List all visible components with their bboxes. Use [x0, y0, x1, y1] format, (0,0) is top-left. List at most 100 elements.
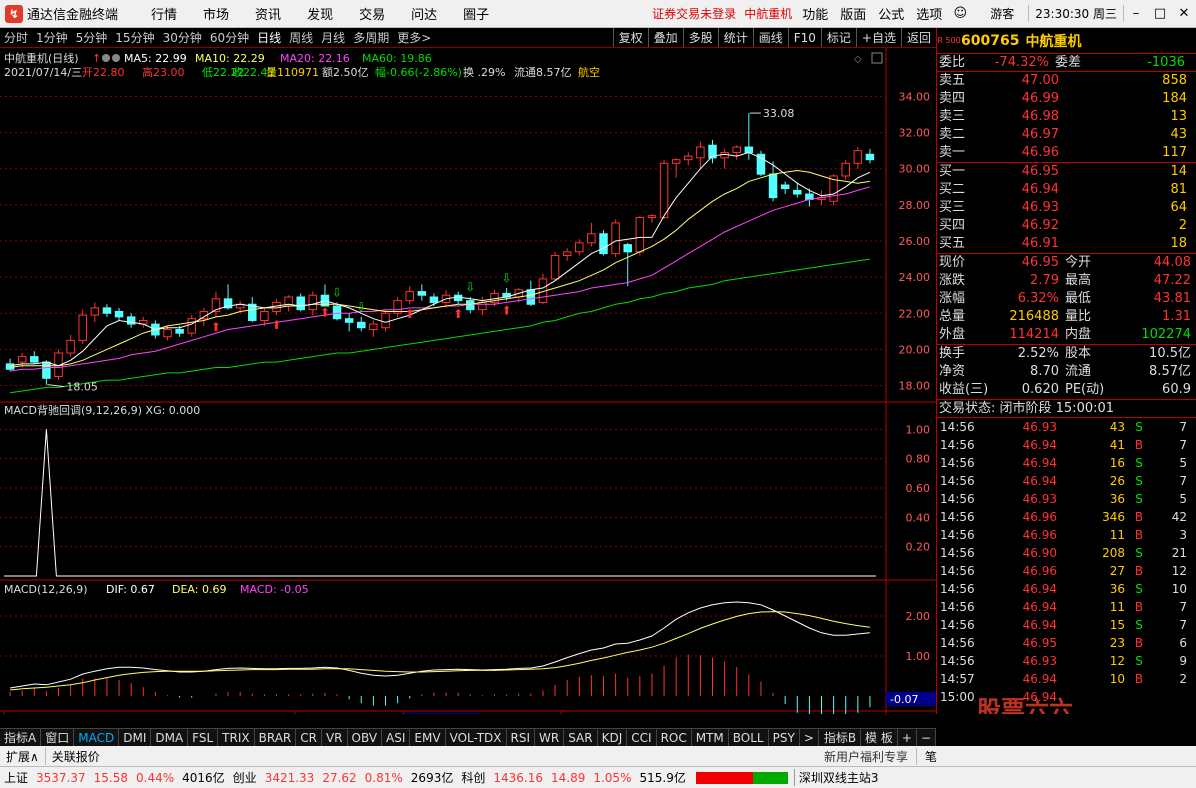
indicator-tab-cr[interactable]: CR [296, 729, 322, 746]
tick-list[interactable]: 14:56 46.93 43 S 7 14:56 46.94 41 B 7 14:56 46.94 16… [937, 418, 1196, 706]
candle-body [272, 301, 281, 312]
menu-item-function[interactable]: 功能 [796, 4, 834, 23]
indicator-tab-boll[interactable]: BOLL [729, 729, 769, 746]
indicator-tab-asi[interactable]: ASI [382, 729, 411, 746]
indicator-tab-fsl[interactable]: FSL [188, 729, 219, 746]
period-tab[interactable]: 分时 [0, 29, 32, 46]
ask-row[interactable]: 卖五 47.00 858 [937, 72, 1196, 90]
sh-label[interactable]: 上证 [0, 769, 32, 786]
period-tab[interactable]: 1分钟 [32, 29, 72, 46]
ask-row[interactable]: 卖二 46.97 43 [937, 126, 1196, 144]
menu-item-quotes[interactable]: 行情 [138, 4, 190, 23]
ask-row[interactable]: 卖三 46.98 13 [937, 108, 1196, 126]
minimize-icon[interactable]: – [1124, 6, 1148, 21]
menu-item-ask[interactable]: 问达 [398, 4, 450, 23]
menu-item-market[interactable]: 市场 [190, 4, 242, 23]
bid-row[interactable]: 买五 46.91 18 [937, 235, 1196, 253]
book-level-label: 卖二 [939, 127, 966, 142]
ma10-label: MA10: 22.29 [195, 52, 265, 65]
related-quotes-button[interactable]: 关联报价 [44, 747, 106, 765]
indicator-tab-rsi[interactable]: RSI [507, 729, 536, 746]
ma20-label: MA20: 22.16 [280, 52, 350, 65]
period-tab-daily[interactable]: 日线 [253, 29, 285, 46]
period-tab[interactable]: 周线 [285, 29, 317, 46]
chart-area[interactable]: 33.0818.05⇩⇩⇩⇩⬆ ⬆⬆ ⬆ ⬆ ⬆ 34.0032.0030.0028.0… [0, 48, 936, 714]
menu-item-news[interactable]: 资讯 [242, 4, 294, 23]
period-tab[interactable]: 15分钟 [111, 29, 158, 46]
sell-signal-arrow: ⬆ [271, 318, 281, 332]
menu-item-layout[interactable]: 版面 [834, 4, 872, 23]
cy-label[interactable]: 创业 [229, 769, 261, 786]
book-price: 47.00 [1021, 73, 1059, 88]
indicator-tab-psy[interactable]: PSY [769, 729, 800, 746]
stock-name-link[interactable]: 中航重机 [740, 5, 796, 22]
max-price-label: 33.08 [763, 107, 795, 120]
indicator-tab-emv[interactable]: EMV [410, 729, 446, 746]
news-promo-link[interactable]: 新用户福利专享 [816, 748, 916, 765]
indicator-tab-mtm[interactable]: MTM [692, 729, 729, 746]
bar-high: 高23.00 [142, 65, 185, 79]
indicator-more-icon[interactable]: > [800, 729, 819, 746]
indicator-tab-sar[interactable]: SAR [564, 729, 598, 746]
ask-row[interactable]: 卖四 46.99 184 [937, 90, 1196, 108]
indicator-tab-dmi[interactable]: DMI [119, 729, 152, 746]
indicator-tab-macd[interactable]: MACD [74, 729, 120, 746]
period-tab-more[interactable]: 更多> [393, 29, 435, 46]
indicator-window-tab[interactable]: 指标A [0, 729, 42, 746]
trade-login-notice[interactable]: 证券交易未登录 [648, 5, 740, 22]
maximize-icon[interactable]: □ [1148, 6, 1172, 21]
server-label[interactable]: 深圳双线主站3 [793, 769, 883, 786]
guest-label[interactable]: 游客 [972, 5, 1028, 22]
menu-item-options[interactable]: 选项 [910, 4, 948, 23]
back-button[interactable]: 返回 [900, 28, 936, 47]
menu-item-discover[interactable]: 发现 [294, 4, 346, 23]
indicator-tab-cci[interactable]: CCI [627, 729, 657, 746]
add-watchlist-button[interactable]: +自选 [855, 28, 901, 47]
menu-item-formula[interactable]: 公式 [872, 4, 910, 23]
mark-button[interactable]: 标记 [820, 28, 856, 47]
book-price: 46.92 [1021, 218, 1059, 233]
window-toggle-icon[interactable] [871, 52, 883, 64]
menu-item-trade[interactable]: 交易 [346, 4, 398, 23]
indicator-right-tab[interactable]: + [898, 729, 917, 746]
period-tab[interactable]: 多周期 [349, 29, 393, 46]
indicator-tab-wr[interactable]: WR [535, 729, 565, 746]
menu-item-circle[interactable]: 圈子 [450, 4, 502, 23]
settings-icons[interactable] [102, 54, 120, 62]
indicator-window-tab[interactable]: 窗口 [41, 729, 75, 746]
close-icon[interactable]: ✕ [1172, 6, 1196, 21]
indicator-tab-roc[interactable]: ROC [657, 729, 692, 746]
kc-label[interactable]: 科创 [457, 769, 489, 786]
indicator-tab-vr[interactable]: VR [322, 729, 348, 746]
overlay-button[interactable]: 叠加 [647, 28, 683, 47]
period-tab[interactable]: 5分钟 [72, 29, 112, 46]
pen-button[interactable]: 笔 [916, 747, 946, 765]
indicator-tab-brar[interactable]: BRAR [255, 729, 297, 746]
indicator-right-tab[interactable]: 指标B [820, 729, 862, 746]
f10-button[interactable]: F10 [787, 28, 821, 47]
ma20-line [10, 186, 871, 372]
sector-label[interactable]: 航空 [578, 65, 600, 79]
draw-button[interactable]: 画线 [752, 28, 788, 47]
expand-button[interactable]: 扩展∧ [0, 748, 45, 765]
period-tab[interactable]: 30分钟 [159, 29, 206, 46]
indicator-tab-dma[interactable]: DMA [151, 729, 189, 746]
indicator-right-tab[interactable]: 模 板 [861, 729, 898, 746]
indicator-tab-vol-tdx[interactable]: VOL-TDX [446, 729, 507, 746]
multi-stock-button[interactable]: 多股 [682, 28, 718, 47]
indicator-right-tab[interactable]: − [917, 729, 936, 746]
indicator-tab-kdj[interactable]: KDJ [598, 729, 628, 746]
indicator-tab-trix[interactable]: TRIX [218, 729, 255, 746]
stats-button[interactable]: 统计 [717, 28, 753, 47]
period-tab[interactable]: 60分钟 [206, 29, 253, 46]
bid-row[interactable]: 买四 46.92 2 [937, 217, 1196, 235]
indicator-tab-obv[interactable]: OBV [348, 729, 383, 746]
user-icon[interactable]: ☺ [948, 6, 972, 21]
bid-row[interactable]: 买一 46.95 14 [937, 163, 1196, 181]
adjust-button[interactable]: 复权 [612, 28, 648, 47]
bid-row[interactable]: 买二 46.94 81 [937, 181, 1196, 199]
diamond-icon[interactable]: ◇ [854, 54, 862, 65]
period-tab[interactable]: 月线 [317, 29, 349, 46]
bid-row[interactable]: 买三 46.93 64 [937, 199, 1196, 217]
ask-row[interactable]: 卖一 46.96 117 [937, 144, 1196, 162]
